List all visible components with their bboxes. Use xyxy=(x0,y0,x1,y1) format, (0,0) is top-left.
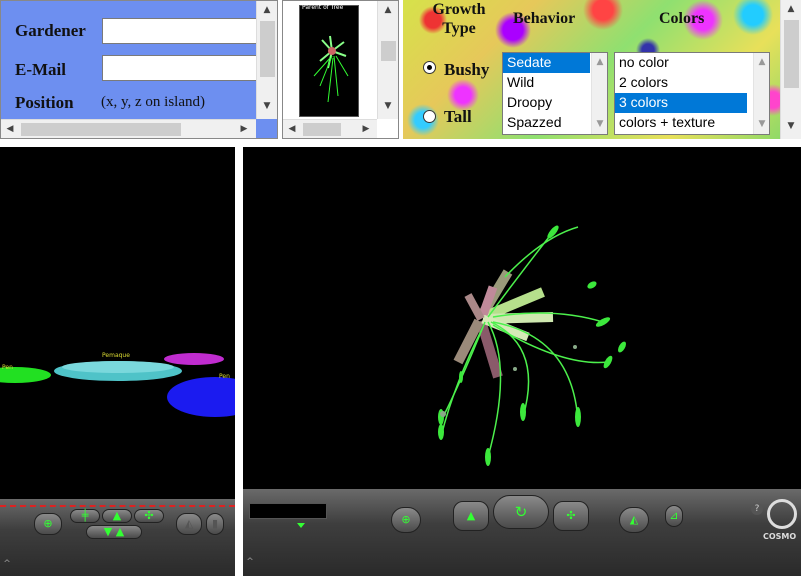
scroll-down-icon[interactable]: ▼ xyxy=(593,117,607,131)
colors-option-two[interactable]: 2 colors xyxy=(615,73,769,93)
scroll-up-icon[interactable]: ▲ xyxy=(260,3,274,17)
position-label: Position xyxy=(15,93,74,112)
rotate-button[interactable]: ↻ xyxy=(493,495,549,529)
collapse-icon[interactable]: ^ xyxy=(0,557,14,571)
gardener-label: Gardener xyxy=(15,21,86,40)
behavior-option-sedate[interactable]: Sedate xyxy=(503,53,590,73)
island-label-center: Pemaque xyxy=(102,352,130,359)
scroll-left-icon[interactable]: ◀ xyxy=(285,122,299,136)
rotate-button[interactable]: ✣ xyxy=(134,509,164,523)
behavior-listbox[interactable]: Sedate Wild Droopy Spazzed ▲ ▼ xyxy=(502,52,608,135)
growth-type-heading: Growth Type xyxy=(425,0,493,38)
options-vertical-scrollbar[interactable]: ▲ ▼ xyxy=(780,0,801,139)
island-label-right: Pen xyxy=(219,373,230,380)
tree-scene xyxy=(438,225,626,466)
scroll-down-icon[interactable]: ▼ xyxy=(381,99,395,113)
colors-option-none[interactable]: no color xyxy=(615,53,769,73)
frame-divider-vertical xyxy=(235,147,243,576)
walk-button[interactable]: ⊕ xyxy=(391,507,421,533)
growth-type-label-bushy: Bushy xyxy=(444,60,490,79)
behavior-heading: Behavior xyxy=(513,10,576,27)
island-blue xyxy=(167,377,235,417)
frame-divider-horizontal xyxy=(0,139,801,147)
viewpoint-readout xyxy=(249,503,327,519)
viewpoint-menu-icon[interactable] xyxy=(297,523,305,528)
gardener-input[interactable] xyxy=(102,18,256,44)
pan-button[interactable]: ✣ xyxy=(553,501,589,531)
view-button[interactable]: ◭ xyxy=(176,513,202,535)
gardener-form-frame: Gardener E-Mail Position (x, y, z on isl… xyxy=(0,0,278,139)
colors-listbox[interactable]: no color 2 colors 3 colors colors + text… xyxy=(614,52,770,135)
cosmo-logo-icon xyxy=(767,499,797,529)
island-viewer[interactable]: Pen Pemaque Pen ⊕ ╪ ▲ ✣ ▼ ▲ ◭ ▮ ^ xyxy=(0,147,235,576)
thumbnail-image[interactable]: Parent of Tree xyxy=(299,4,359,117)
options-frame: Growth Type Behavior Colors Bushy Tall S… xyxy=(403,0,801,139)
thumbnail-frame: Parent of Tree ▲ ▼ ◀ ▶ xyxy=(282,0,399,139)
growth-type-radio-tall[interactable] xyxy=(423,110,436,123)
island-label-left: Pen xyxy=(2,364,13,371)
email-input[interactable] xyxy=(102,55,256,81)
scroll-thumb[interactable] xyxy=(260,21,275,77)
colors-heading: Colors xyxy=(659,10,705,27)
scroll-thumb-horizontal[interactable] xyxy=(21,123,181,136)
tree-viewer[interactable]: ⊕ ▲ ↻ ✣ ◭ ⊿ ? COSMO ^ xyxy=(243,147,801,576)
scroll-down-icon[interactable]: ▼ xyxy=(260,99,274,113)
behavior-listbox-scrollbar[interactable]: ▲ ▼ xyxy=(591,53,607,134)
zoom-button[interactable]: ▼ ▲ xyxy=(86,525,142,539)
growth-type-heading-line2: Type xyxy=(442,20,476,37)
help-icon[interactable]: ? xyxy=(751,503,763,515)
colors-option-three[interactable]: 3 colors xyxy=(615,93,747,113)
cosmo-brand: COSMO xyxy=(763,532,797,541)
scroll-right-icon[interactable]: ▶ xyxy=(237,122,251,136)
scroll-up-icon[interactable]: ▲ xyxy=(784,2,798,16)
pan-button[interactable]: ╪ xyxy=(70,509,100,523)
tilt-button[interactable]: ▲ xyxy=(102,509,132,523)
scroll-right-icon[interactable]: ▶ xyxy=(359,122,373,136)
email-label: E-Mail xyxy=(15,60,66,79)
scroll-thumb[interactable] xyxy=(381,41,396,61)
growth-type-radio-bushy[interactable] xyxy=(423,61,436,74)
straighten-button[interactable]: ⊿ xyxy=(665,505,683,527)
straighten-button[interactable]: ▮ xyxy=(206,513,224,535)
tilt-button[interactable]: ▲ xyxy=(453,501,489,531)
red-dashed-line xyxy=(0,505,235,507)
scroll-left-icon[interactable]: ◀ xyxy=(3,122,17,136)
colors-option-texture[interactable]: colors + texture xyxy=(615,113,769,133)
growth-type-heading-line1: Growth xyxy=(432,1,486,18)
scroll-up-icon[interactable]: ▲ xyxy=(381,3,395,17)
position-hint: (x, y, z on island) xyxy=(101,94,206,110)
scroll-up-icon[interactable]: ▲ xyxy=(593,55,607,69)
thumbnail-tree-icon xyxy=(313,35,349,103)
thumbnail-vertical-scrollbar[interactable]: ▲ ▼ xyxy=(377,1,398,119)
walk-button[interactable]: ⊕ xyxy=(34,513,62,535)
scroll-thumb[interactable] xyxy=(784,20,799,88)
growth-type-label-tall: Tall xyxy=(444,107,472,126)
cosmo-navigation-bar: ⊕ ▲ ↻ ✣ ◭ ⊿ ? COSMO ^ xyxy=(243,489,801,576)
colors-listbox-scrollbar[interactable]: ▲ ▼ xyxy=(753,53,769,134)
form-horizontal-scrollbar[interactable]: ◀ ▶ xyxy=(1,119,256,138)
collapse-icon[interactable]: ^ xyxy=(243,555,257,569)
island-magenta xyxy=(164,353,224,365)
thumbnail-horizontal-scrollbar[interactable]: ◀ ▶ xyxy=(283,119,377,138)
island-scene: Pen Pemaque Pen xyxy=(0,352,235,417)
scroll-thumb-horizontal[interactable] xyxy=(303,123,341,136)
scroll-down-icon[interactable]: ▼ xyxy=(755,117,769,131)
scroll-down-icon[interactable]: ▼ xyxy=(784,119,798,133)
seek-button[interactable]: ◭ xyxy=(619,507,649,533)
scroll-up-icon[interactable]: ▲ xyxy=(755,55,769,69)
left-navigation-bar: ⊕ ╪ ▲ ✣ ▼ ▲ ◭ ▮ ^ xyxy=(0,499,235,576)
form-vertical-scrollbar[interactable]: ▲ ▼ xyxy=(256,1,277,119)
